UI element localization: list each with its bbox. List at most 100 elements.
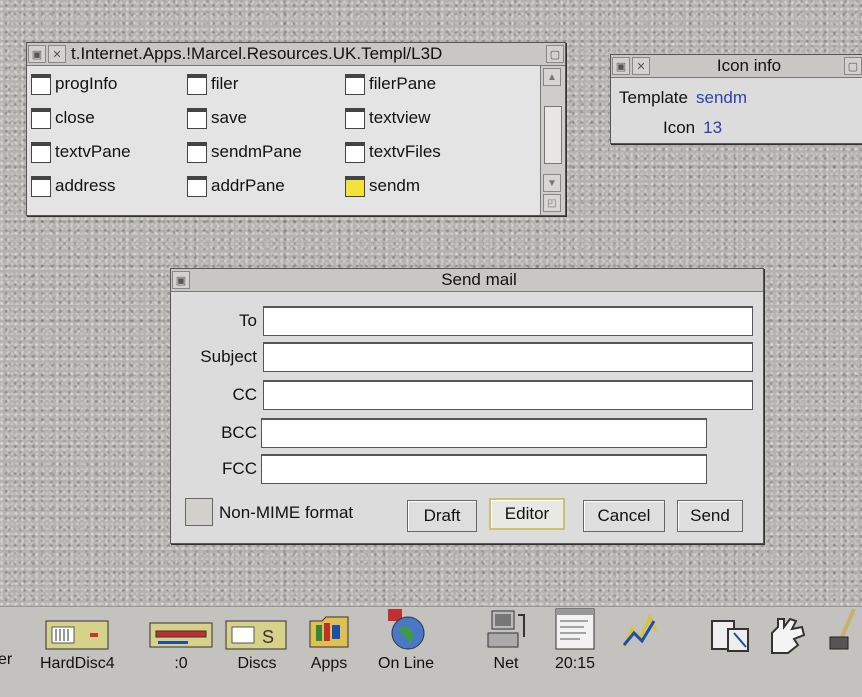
- back-icon[interactable]: ▣: [612, 57, 630, 75]
- pen-iconbar-item[interactable]: [824, 608, 862, 651]
- template-item-sendmpane[interactable]: sendmPane: [187, 140, 302, 164]
- window-icon: [31, 141, 51, 163]
- film-icon: [706, 615, 752, 655]
- cc-field[interactable]: [263, 380, 753, 410]
- filer-iconbar-item[interactable]: er: [0, 647, 12, 669]
- template-item-filer[interactable]: filer: [187, 72, 238, 96]
- window-icon: [345, 141, 365, 163]
- template-item-textvfiles[interactable]: textvFiles: [345, 140, 441, 164]
- template-item-label: sendm: [369, 176, 421, 195]
- icon-value: 13: [703, 118, 723, 137]
- iconbar-label: Apps: [310, 655, 348, 672]
- apps-folder-icon: [306, 611, 352, 651]
- send-button[interactable]: Send: [677, 500, 743, 532]
- subject-label: Subject: [200, 347, 257, 366]
- icon-label: Icon: [663, 118, 696, 137]
- scroll-thumb[interactable]: [544, 106, 562, 164]
- net-iconbar-item[interactable]: Net: [484, 607, 528, 673]
- template-item-close[interactable]: close: [31, 106, 95, 130]
- close-icon[interactable]: ✕: [48, 45, 66, 63]
- template-item-label: close: [55, 108, 95, 127]
- template-item-save[interactable]: save: [187, 106, 247, 130]
- subject-field[interactable]: [263, 342, 753, 372]
- scroll-down-icon[interactable]: ▼: [543, 174, 561, 192]
- template-item-addrpane[interactable]: addrPane: [187, 174, 285, 198]
- apps-iconbar-item[interactable]: Apps: [306, 611, 352, 673]
- template-titlebar[interactable]: ▣ ✕ t.Internet.Apps.!Marcel.Resources.UK…: [27, 43, 565, 66]
- discs-icon: S: [222, 611, 292, 651]
- send-mail-form: To Subject CC BCC FCC Non-MIME format Dr…: [171, 292, 763, 543]
- draft-button[interactable]: Draft: [407, 500, 477, 532]
- template-item-label: address: [55, 176, 116, 195]
- template-window-title: t.Internet.Apps.!Marcel.Resources.UK.Tem…: [71, 44, 443, 63]
- template-value: sendm: [695, 88, 748, 107]
- template-item-label: textview: [369, 108, 431, 127]
- resize-icon[interactable]: ◰: [543, 194, 561, 212]
- window-icon: [345, 107, 365, 129]
- back-icon[interactable]: ▣: [28, 45, 46, 63]
- to-label: To: [239, 311, 257, 330]
- iconbar-label: :0: [174, 655, 188, 672]
- template-item-proginfo[interactable]: progInfo: [31, 72, 117, 96]
- send-mail-title: Send mail: [441, 270, 517, 289]
- film-iconbar-item[interactable]: [706, 615, 752, 655]
- template-item-sendm[interactable]: sendm: [345, 174, 420, 198]
- chart-icon: [620, 611, 660, 651]
- non-mime-checkbox[interactable]: [185, 498, 213, 526]
- template-item-textview[interactable]: textview: [345, 106, 430, 130]
- cancel-button[interactable]: Cancel: [583, 500, 665, 532]
- icon-info-body: Template sendm Icon 13: [611, 78, 862, 143]
- window-icon: [187, 73, 207, 95]
- online-iconbar-item[interactable]: On Line: [378, 607, 434, 673]
- hand-iconbar-item[interactable]: [764, 615, 810, 655]
- window-icon: [187, 107, 207, 129]
- send-mail-titlebar[interactable]: ▣ Send mail: [171, 269, 763, 292]
- bcc-field[interactable]: [261, 418, 707, 448]
- template-item-label: sendmPane: [211, 142, 302, 161]
- template-item-label: filerPane: [369, 74, 437, 93]
- window-icon: [187, 175, 207, 197]
- icon-info-title: Icon info: [716, 56, 782, 75]
- icon-info-window[interactable]: ▣ ✕ Icon info ▢ Template sendm Icon 13: [610, 54, 862, 144]
- send-mail-window[interactable]: ▣ Send mail To Subject CC BCC FCC Non-MI…: [170, 268, 764, 544]
- fcc-label: FCC: [222, 459, 257, 478]
- close-icon[interactable]: ✕: [632, 57, 650, 75]
- template-item-label: filer: [211, 74, 239, 93]
- template-item-filerpane[interactable]: filerPane: [345, 72, 436, 96]
- window-icon: [31, 107, 51, 129]
- window-icon: [345, 73, 365, 95]
- network-icon: [484, 607, 528, 651]
- window-icon: [31, 73, 51, 95]
- clock-menu-icon: [554, 607, 596, 651]
- template-label: Template: [619, 88, 688, 107]
- svg-text:S: S: [262, 627, 274, 647]
- discs-iconbar-item[interactable]: S Discs: [222, 611, 292, 673]
- toggle-size-icon[interactable]: ▢: [844, 57, 862, 75]
- iconbar-label: Discs: [237, 655, 277, 672]
- iconbar-label: 20:15: [554, 655, 596, 672]
- template-item-textvpane[interactable]: textvPane: [31, 140, 131, 164]
- template-list: progInfo filer filerPane close save text…: [27, 66, 541, 215]
- icon-info-titlebar[interactable]: ▣ ✕ Icon info ▢: [611, 55, 862, 78]
- iconbar-label: er: [0, 651, 13, 668]
- to-field[interactable]: [263, 306, 753, 336]
- cc-label: CC: [232, 385, 257, 404]
- toggle-size-icon[interactable]: ▢: [546, 45, 564, 63]
- chart-iconbar-item[interactable]: [620, 611, 660, 651]
- harddisc-iconbar-item[interactable]: HardDisc4: [40, 611, 115, 673]
- icon-bar: er HardDisc4 :0 S Discs Apps On Line Net…: [0, 606, 862, 697]
- fcc-field[interactable]: [261, 454, 707, 484]
- clock-iconbar-item[interactable]: 20:15: [554, 607, 596, 673]
- window-icon: [31, 175, 51, 197]
- template-item-address[interactable]: address: [31, 174, 115, 198]
- back-icon[interactable]: ▣: [172, 271, 190, 289]
- window-icon: [345, 175, 365, 197]
- template-window[interactable]: ▣ ✕ t.Internet.Apps.!Marcel.Resources.UK…: [26, 42, 566, 216]
- scroll-up-icon[interactable]: ▲: [543, 68, 561, 86]
- non-mime-label: Non-MIME format: [219, 503, 354, 522]
- template-item-label: progInfo: [55, 74, 118, 93]
- template-item-label: addrPane: [211, 176, 285, 195]
- editor-button[interactable]: Editor: [489, 498, 565, 530]
- template-scrollbar[interactable]: ▲ ▼ ◰: [540, 66, 565, 215]
- floppy-iconbar-item[interactable]: :0: [148, 611, 214, 673]
